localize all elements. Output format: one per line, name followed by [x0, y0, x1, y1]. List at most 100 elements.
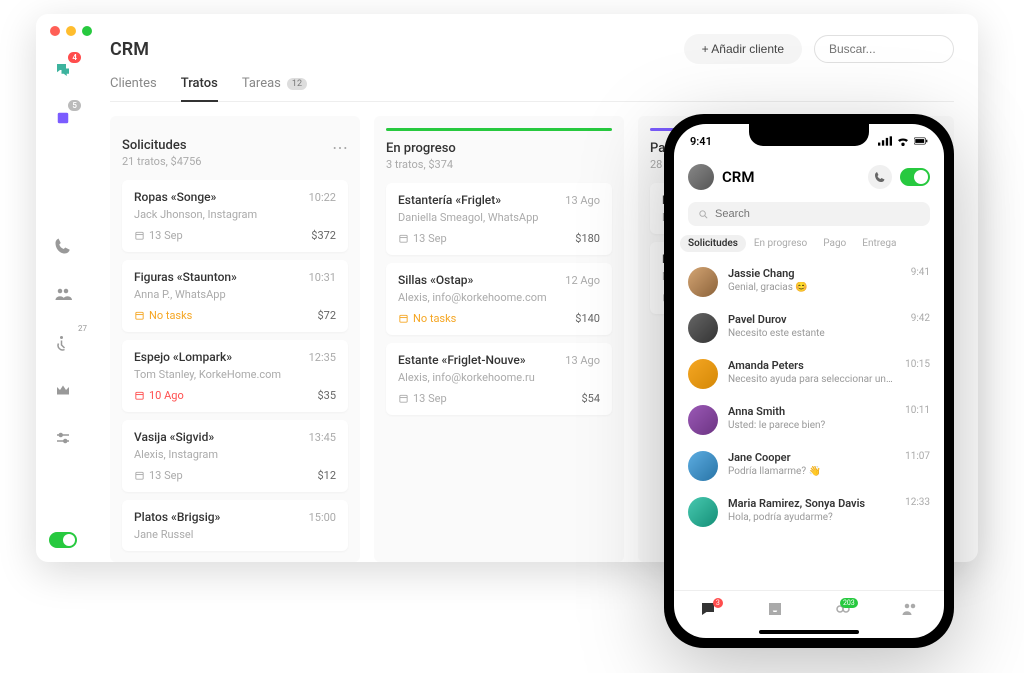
calendar-icon	[134, 310, 145, 321]
phone-tab[interactable]: Entrega	[862, 238, 896, 249]
phone-icon	[54, 237, 72, 255]
minimize-window-icon[interactable]	[66, 26, 76, 36]
card-date: 13 Sep	[134, 469, 183, 482]
sidebar-toggle[interactable]	[49, 532, 77, 548]
deal-card[interactable]: Ropas «Songe»10:22Jack Jhonson, Instagra…	[122, 180, 348, 252]
add-client-button[interactable]: + Añadir cliente	[684, 34, 802, 64]
chat-badge: 4	[68, 52, 81, 63]
column-header: En progreso3 tratos, $374	[386, 141, 612, 171]
close-window-icon[interactable]	[50, 26, 60, 36]
contact-message: Hola, podría ayudarme?	[728, 512, 895, 523]
battery-icon	[914, 136, 928, 146]
phone-contact-list: Jassie ChangGenial, gracias 😊9:41Pavel D…	[674, 259, 944, 590]
sidebar-crm[interactable]: 5	[49, 104, 77, 132]
column-subtitle: 3 tratos, $374	[386, 158, 456, 171]
contact-item[interactable]: Maria Ramirez, Sonya DavisHola, podría a…	[688, 489, 930, 535]
phone-tab[interactable]: Solicitudes	[680, 235, 746, 252]
nav-chat[interactable]: 3	[699, 600, 717, 622]
deal-card[interactable]: Estantería «Friglet»13 AgoDaniella Smeag…	[386, 183, 612, 255]
phone-icon	[874, 171, 886, 183]
phone-tab[interactable]: Pago	[823, 238, 846, 249]
deal-card[interactable]: Sillas «Ostap»12 AgoAlexis, info@korkeho…	[386, 263, 612, 335]
search-box[interactable]	[814, 35, 954, 63]
nav-people[interactable]	[901, 600, 919, 622]
sidebar-contacts[interactable]	[49, 280, 77, 308]
nav-chat-badge: 3	[713, 598, 723, 608]
sidebar-settings[interactable]	[49, 424, 77, 452]
card-time: 10:22	[309, 191, 336, 204]
phone-tab[interactable]: En progreso	[754, 238, 807, 249]
phone-title: CRM	[722, 168, 860, 186]
tab-clientes[interactable]: Clientes	[110, 76, 157, 101]
card-price: $54	[581, 392, 600, 405]
sliders-icon	[54, 429, 72, 447]
sidebar: 4 5 27	[36, 48, 90, 562]
tab-label: Tareas	[242, 76, 281, 91]
card-price: $140	[575, 312, 600, 325]
contact-avatar	[688, 497, 718, 527]
tab-tareas[interactable]: Tareas 12	[242, 76, 307, 101]
calendar-icon	[398, 233, 409, 244]
phone-tabs: Solicitudes En progreso Pago Entrega	[674, 232, 944, 259]
phone-avatar[interactable]	[688, 164, 714, 190]
sidebar-chat[interactable]: 4	[49, 56, 77, 84]
deal-card[interactable]: Figuras «Staunton»10:31Anna P., WhatsApp…	[122, 260, 348, 332]
card-title: Sillas «Ostap»	[398, 273, 473, 287]
contact-message: Usted: le parece bien?	[728, 420, 895, 431]
calendar-icon	[398, 313, 409, 324]
contact-item[interactable]: Pavel DurovNecesito este estante9:42	[688, 305, 930, 351]
phone-search-input[interactable]	[715, 208, 920, 220]
card-title: Estante «Friglet-Nouve»	[398, 353, 526, 367]
card-date: 13 Sep	[398, 392, 447, 405]
contact-item[interactable]: Anna SmithUsted: le parece bien?10:11	[688, 397, 930, 443]
card-subtitle: Daniella Smeagol, WhatsApp	[398, 211, 600, 224]
card-subtitle: Alexis, info@korkehoome.ru	[398, 371, 600, 384]
tab-badge: 12	[287, 78, 307, 90]
people-icon	[54, 285, 72, 303]
search-input[interactable]	[829, 42, 978, 56]
contact-item[interactable]: Jane CooperPodría llamarme? 👋11:07	[688, 443, 930, 489]
card-price: $35	[317, 389, 336, 402]
card-date: 10 Ago	[134, 389, 184, 402]
card-title: Estantería «Friglet»	[398, 193, 501, 207]
nav-link[interactable]: 203	[834, 600, 852, 622]
people-icon	[901, 600, 919, 618]
sidebar-phone[interactable]	[49, 232, 77, 260]
card-price: $180	[575, 232, 600, 245]
column-more-icon[interactable]: ⋯	[332, 138, 348, 157]
deal-card[interactable]: Platos «Brigsig»15:00Jane Russel	[122, 500, 348, 551]
card-time: 13 Ago	[565, 354, 600, 367]
card-price: $12	[317, 469, 336, 482]
phone-search[interactable]	[688, 202, 930, 226]
deal-card[interactable]: Estante «Friglet-Nouve» 13 Ago Alexis, inf…	[386, 343, 612, 415]
phone-notch	[749, 124, 869, 146]
sidebar-crown[interactable]	[49, 376, 77, 404]
window-traffic-lights	[50, 26, 92, 36]
card-price: $72	[317, 309, 336, 322]
contact-item[interactable]: Amanda PetersNecesito ayuda para selecci…	[688, 351, 930, 397]
tab-label: Clientes	[110, 76, 157, 91]
contact-message: Necesito ayuda para seleccionar uno. Tie…	[728, 374, 895, 385]
deal-card[interactable]: Espejo «Lompark»12:35Tom Stanley, KorkeH…	[122, 340, 348, 412]
column-header: Solicitudes21 tratos, $4756⋯	[122, 138, 348, 168]
card-title: Figuras «Staunton»	[134, 270, 237, 284]
card-title: Vasija «Sigvid»	[134, 430, 214, 444]
tab-tratos[interactable]: Tratos	[181, 76, 218, 101]
contact-avatar	[688, 359, 718, 389]
contact-message: Necesito este estante	[728, 328, 901, 339]
contact-time: 12:33	[905, 497, 930, 508]
crm-badge: 5	[68, 100, 81, 111]
phone-call-button[interactable]	[868, 165, 892, 189]
phone-toggle[interactable]	[900, 168, 930, 186]
column-color-bar	[386, 128, 612, 131]
contact-time: 9:41	[911, 267, 930, 278]
card-time: 13:45	[309, 431, 336, 444]
deal-card[interactable]: Vasija «Sigvid»13:45Alexis, Instagram13 …	[122, 420, 348, 492]
sidebar-misc[interactable]: 27	[49, 328, 77, 356]
contact-item[interactable]: Jassie ChangGenial, gracias 😊9:41	[688, 259, 930, 305]
contact-name: Jassie Chang	[728, 267, 901, 280]
home-indicator[interactable]	[759, 630, 859, 634]
nav-inbox[interactable]	[766, 600, 784, 622]
card-subtitle: Alexis, info@korkehoome.com	[398, 291, 600, 304]
phone-header: CRM	[674, 158, 944, 196]
